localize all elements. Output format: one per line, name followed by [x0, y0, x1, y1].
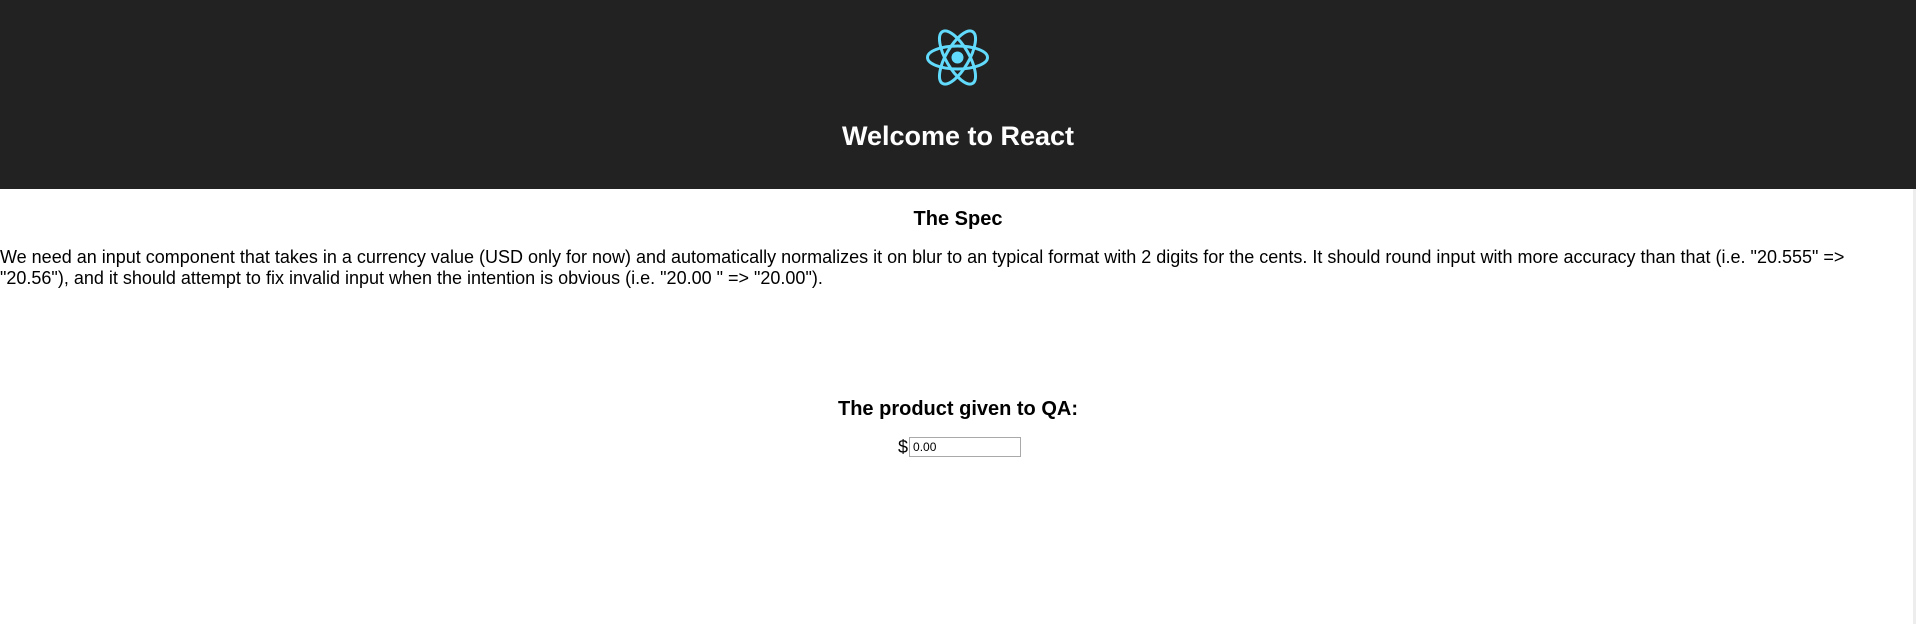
qa-heading: The product given to QA:: [838, 398, 1078, 420]
currency-input[interactable]: [909, 437, 1022, 457]
currency-input-group: $: [898, 436, 1022, 458]
app-header: Welcome to React: [0, 0, 1916, 189]
spec-description: We need an input component that takes in…: [0, 247, 1845, 288]
react-logo-icon: [926, 29, 989, 86]
spec-heading: The Spec: [913, 208, 1003, 230]
app-title: Welcome to React: [841, 121, 1075, 151]
currency-symbol: $: [898, 437, 909, 457]
